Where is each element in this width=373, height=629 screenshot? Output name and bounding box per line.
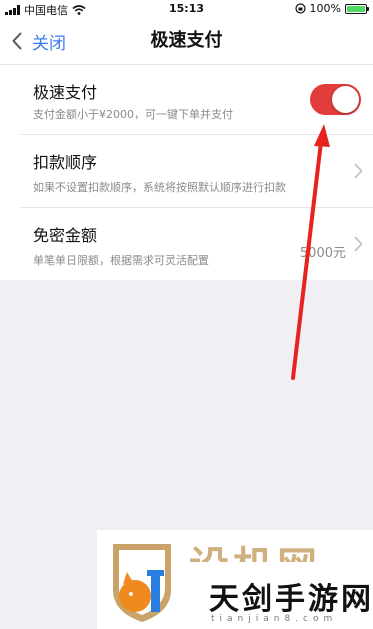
chevron-right-icon: [354, 163, 363, 179]
brand-logo: [113, 544, 171, 622]
setting-row-password-free-amount[interactable]: 免密金额 单笔单日限额，根据需求可灵活配置 5000元: [0, 208, 373, 280]
battery-icon: [345, 3, 369, 14]
password-free-amount-title: 免密金额: [33, 226, 98, 245]
toggle-knob: [332, 86, 359, 113]
battery-percent: 100%: [309, 2, 341, 15]
watermark: 设机网 天剑手游网 tianjian8.com: [97, 530, 373, 629]
setting-row-deduction-order[interactable]: 扣款顺序 如果不设置扣款顺序，系统将按照默认顺序进行扣款: [0, 135, 373, 207]
settings-list: 极速支付 支付金额小于¥2000，可一键下单并支付 扣款顺序 如果不设置扣款顺序…: [0, 65, 373, 280]
deduction-order-title: 扣款顺序: [33, 153, 98, 172]
watermark-brand: 天剑手游网: [209, 582, 373, 617]
fast-pay-title: 极速支付: [33, 83, 98, 102]
fast-pay-toggle[interactable]: [310, 84, 361, 115]
setting-row-fast-pay: 极速支付 支付金额小于¥2000，可一键下单并支付: [0, 65, 373, 137]
nav-bar: 关闭 极速支付: [0, 18, 373, 65]
fast-pay-subtitle: 支付金额小于¥2000，可一键下单并支付: [33, 108, 233, 121]
password-free-amount-subtitle: 单笔单日限额，根据需求可灵活配置: [33, 254, 209, 267]
password-free-amount-value: 5000元: [299, 246, 346, 261]
chevron-right-icon: [354, 236, 363, 252]
status-bar: 中国电信 15:13 100%: [0, 0, 373, 18]
status-right: 100%: [294, 2, 369, 15]
battery-fill: [347, 5, 365, 12]
orientation-lock-icon: [294, 3, 306, 14]
deduction-order-subtitle: 如果不设置扣款顺序，系统将按照默认顺序进行扣款: [33, 181, 286, 194]
watermark-banner-art: 设机网: [189, 534, 321, 562]
page-title: 极速支付: [150, 30, 223, 51]
watermark-domain: tianjian8.com: [211, 614, 338, 624]
